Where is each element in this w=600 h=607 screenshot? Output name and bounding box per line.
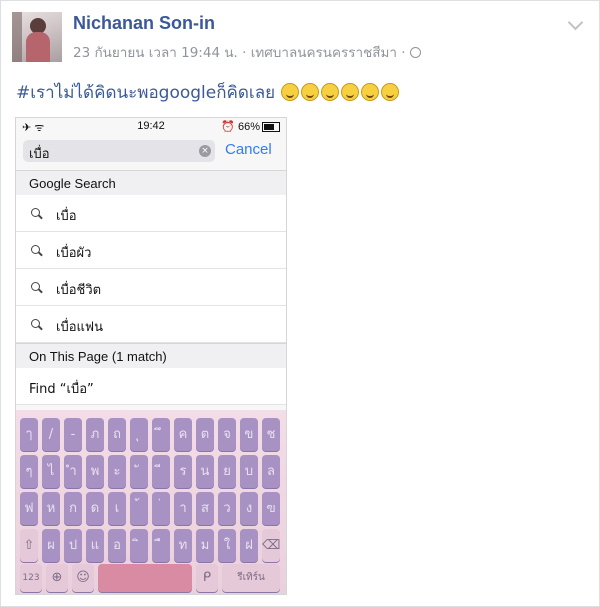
laughing-emoji-icon <box>361 83 380 101</box>
key[interactable]: ื <box>152 529 170 562</box>
key[interactable]: ร <box>174 455 192 488</box>
on-this-page-label: On This Page (1 match) <box>29 349 167 364</box>
key[interactable]: ก <box>64 492 82 525</box>
key[interactable]: ห <box>42 492 60 525</box>
key[interactable]: เ <box>108 492 126 525</box>
key[interactable]: ถ <box>108 418 126 451</box>
chevron-down-icon[interactable] <box>567 14 584 31</box>
key[interactable]: ึ <box>152 418 170 451</box>
suggestion-label: เบื่อผัว <box>56 246 92 261</box>
post-hashtag[interactable]: #เราไม่ได้คิดนะพอgoogleก็คิดเลย <box>16 83 275 103</box>
key[interactable]: ข <box>240 418 258 451</box>
key[interactable]: จ <box>218 418 236 451</box>
key[interactable]: ง <box>240 492 258 525</box>
key[interactable]: ๆ <box>20 455 38 488</box>
laughing-emoji-icon <box>301 83 320 101</box>
return-key[interactable]: รีเทิร์น <box>222 564 280 592</box>
search-icon <box>31 245 40 254</box>
suggestion-item[interactable]: เบื่อแฟน <box>16 306 286 343</box>
key[interactable]: ผ <box>42 529 60 562</box>
key[interactable]: / <box>42 418 60 451</box>
globe-icon <box>409 47 421 58</box>
mic-key-icon[interactable]: ᑭ <box>196 564 218 592</box>
google-search-header-label: Google Search <box>29 176 116 191</box>
search-icon <box>31 282 40 291</box>
key[interactable]: ป <box>64 529 82 562</box>
on-this-page-header: On This Page (1 match) <box>16 343 286 369</box>
clear-icon[interactable]: × <box>199 145 211 157</box>
key[interactable]: - <box>64 418 82 451</box>
space-key[interactable] <box>98 564 192 592</box>
key[interactable]: ฃ <box>262 492 280 525</box>
key[interactable]: ะ <box>108 455 126 488</box>
find-label: Find “เบื่อ” <box>29 382 94 397</box>
key[interactable]: ๅ <box>20 418 38 451</box>
suggestion-label: เบื่อ <box>56 209 77 224</box>
emoji-key-icon[interactable]: ☺ <box>72 564 94 592</box>
post-meta: 23 กันยายน เวลา 19:44 น. · เทศบาลนครนครร… <box>73 41 421 63</box>
key[interactable]: ด <box>86 492 104 525</box>
laughing-emoji-icon <box>341 83 360 101</box>
delete-key-icon[interactable]: ⌫ <box>262 529 280 562</box>
post-text: #เราไม่ได้คิดนะพอgoogleก็คิดเลย <box>16 79 401 106</box>
key[interactable]: ใ <box>218 529 236 562</box>
key[interactable]: พ <box>86 455 104 488</box>
status-right: ⏰ 66% <box>221 121 260 133</box>
key[interactable]: ั <box>130 455 148 488</box>
key[interactable]: ฝ <box>240 529 258 562</box>
key[interactable]: ส <box>196 492 214 525</box>
find-on-page-item[interactable]: Find “เบื่อ” <box>16 368 286 405</box>
key[interactable]: ค <box>174 418 192 451</box>
search-input[interactable]: เบื่อ × <box>23 140 215 162</box>
key[interactable]: ท <box>174 529 192 562</box>
google-search-header: Google Search <box>16 170 286 196</box>
key[interactable]: า <box>174 492 192 525</box>
key[interactable]: ย <box>218 455 236 488</box>
author-name[interactable]: Nichanan Son-in <box>73 13 215 34</box>
key[interactable]: ี <box>152 455 170 488</box>
post-meta-text[interactable]: 23 กันยายน เวลา 19:44 น. · เทศบาลนครนครร… <box>73 45 406 61</box>
key[interactable]: อ <box>108 529 126 562</box>
key[interactable]: ้ <box>130 492 148 525</box>
numbers-key[interactable]: 123 <box>20 564 42 592</box>
search-icon <box>31 208 40 217</box>
status-bar: ✈ ᯤ 19:42 ⏰ 66% <box>16 118 286 136</box>
suggestion-item[interactable]: เบื่อผัว <box>16 232 286 269</box>
suggestion-label: เบื่อชีวิต <box>56 283 102 298</box>
suggestion-item[interactable]: เบื่อชีวิต <box>16 269 286 306</box>
key[interactable]: ล <box>262 455 280 488</box>
key[interactable]: ฟ <box>20 492 38 525</box>
keyboard: ๅ / - ภ ถ ุ ึ ค ต จ ข ช ๆ ไ ำ พ ะ ั ี ร … <box>16 410 286 594</box>
key[interactable]: บ <box>240 455 258 488</box>
laughing-emoji-group <box>281 83 401 103</box>
key[interactable]: ำ <box>64 455 82 488</box>
key[interactable]: ต <box>196 418 214 451</box>
key[interactable]: แ <box>86 529 104 562</box>
suggestion-item[interactable]: เบื่อ <box>16 195 286 232</box>
search-value: เบื่อ <box>29 147 50 162</box>
key[interactable]: ว <box>218 492 236 525</box>
globe-key-icon[interactable]: ⊕ <box>46 564 68 592</box>
suggestion-label: เบื่อแฟน <box>56 320 103 335</box>
key[interactable]: ุ <box>130 418 148 451</box>
key[interactable]: ่ <box>152 492 170 525</box>
laughing-emoji-icon <box>281 83 300 101</box>
battery-icon <box>262 122 280 132</box>
post-card: Nichanan Son-in 23 กันยายน เวลา 19:44 น.… <box>0 0 600 607</box>
cancel-button[interactable]: Cancel <box>225 141 272 158</box>
key[interactable]: ภ <box>86 418 104 451</box>
key[interactable]: ช <box>262 418 280 451</box>
laughing-emoji-icon <box>381 83 400 101</box>
search-icon <box>31 319 40 328</box>
phone-screenshot[interactable]: ✈ ᯤ 19:42 ⏰ 66% เบื่อ × Cancel Google Se… <box>15 117 287 595</box>
shift-key-icon[interactable]: ⇧ <box>20 529 38 562</box>
key[interactable]: น <box>196 455 214 488</box>
key[interactable]: ม <box>196 529 214 562</box>
laughing-emoji-icon <box>321 83 340 101</box>
avatar[interactable] <box>12 12 62 62</box>
key[interactable]: ิ <box>130 529 148 562</box>
key[interactable]: ไ <box>42 455 60 488</box>
